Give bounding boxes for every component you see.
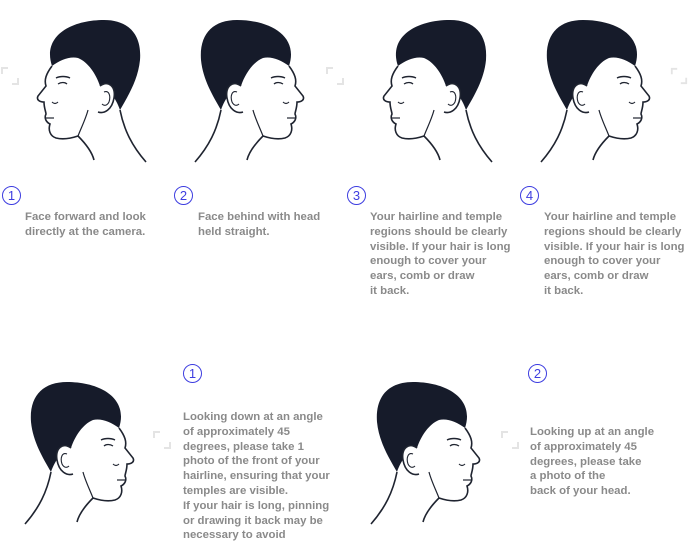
head-profile-right-icon (540, 19, 651, 163)
step-number-bottom-2: 2 (528, 364, 547, 383)
caption-bottom-1: Looking down at an angle of approximatel… (183, 411, 330, 542)
watermark-frame-icon (326, 67, 344, 85)
step-number-bottom-1: 1 (183, 364, 202, 383)
head-illustration-1 (16, 14, 151, 174)
step-number-top-1: 1 (2, 186, 21, 205)
head-illustration-4 (536, 14, 671, 174)
head-illustration-2 (190, 14, 325, 174)
step-number-top-3: 3 (347, 186, 366, 205)
step-number-top-4: 4 (520, 186, 539, 205)
watermark-frame-icon (670, 67, 688, 85)
head-profile-right-icon (24, 381, 135, 525)
head-illustration-5 (20, 376, 155, 541)
caption-top-1: Face forward and look directly at the ca… (25, 211, 146, 238)
head-illustration-3 (362, 14, 497, 174)
step-number-top-2: 2 (174, 186, 193, 205)
head-profile-left-icon (36, 19, 147, 163)
caption-bottom-2: Looking up at an angle of approximately … (530, 426, 655, 498)
caption-top-3: Your hairline and temple regions should … (370, 211, 511, 297)
watermark-frame-icon (501, 431, 519, 449)
caption-top-2: Face behind with head held straight. (198, 211, 321, 238)
watermark-frame-icon (1, 67, 19, 85)
caption-top-4: Your hairline and temple regions should … (544, 211, 685, 297)
head-profile-left-icon (382, 19, 493, 163)
head-profile-right-icon (370, 381, 481, 525)
watermark-frame-icon (153, 431, 171, 449)
head-illustration-6 (366, 376, 501, 541)
head-profile-right-icon (194, 19, 305, 163)
